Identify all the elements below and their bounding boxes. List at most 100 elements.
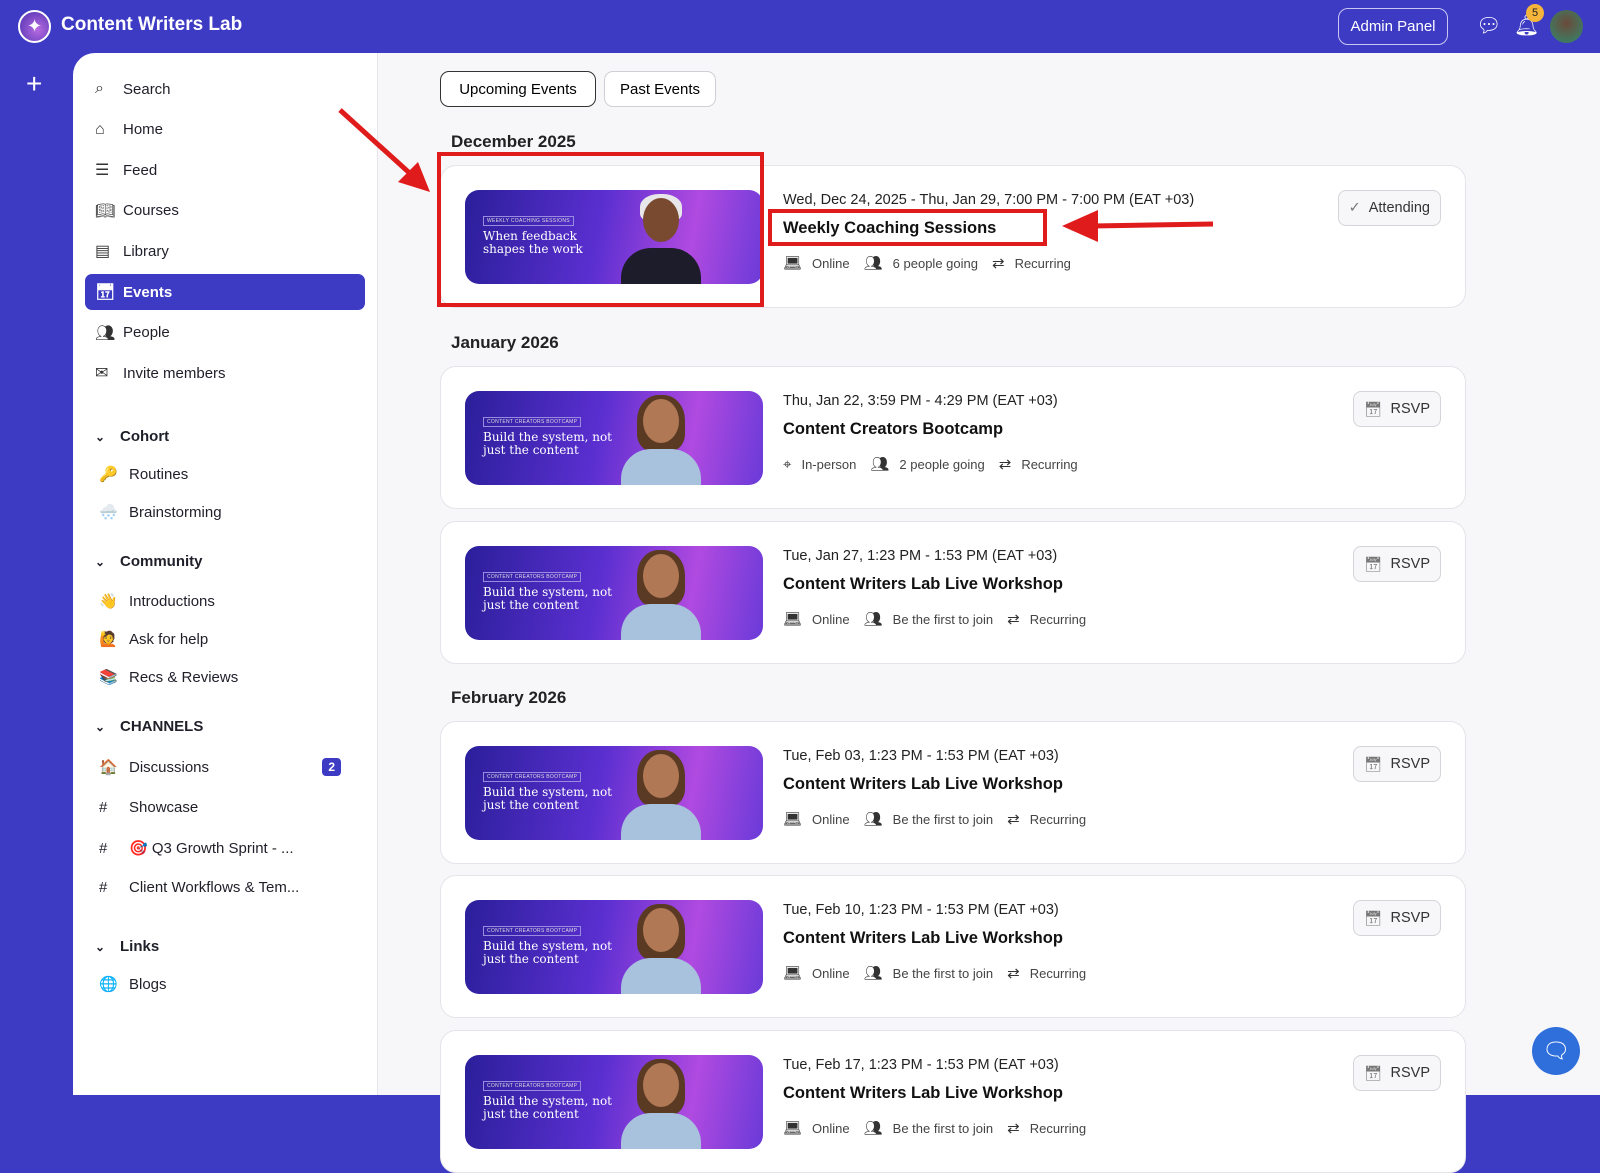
chat-widget-button[interactable]: 🗨︎ — [1532, 1027, 1580, 1075]
chat-icon[interactable]: 💬︎ — [1476, 13, 1501, 38]
tab-upcoming-events[interactable]: Upcoming Events — [440, 71, 596, 107]
event-title[interactable]: Content Writers Lab Live Workshop — [783, 775, 1063, 794]
section-title: Cohort — [120, 428, 170, 445]
banner-headline: Build the system, not just the content — [483, 430, 612, 457]
action-label: RSVP — [1390, 756, 1431, 772]
sidebar-item-home[interactable]: ⌂ Home — [85, 112, 365, 148]
location-pin-icon: ⌖ — [783, 455, 792, 473]
hash-icon: # — [99, 879, 108, 896]
banner-headline: Build the system, not just the content — [483, 939, 612, 966]
sidebar-channel[interactable]: 👋 Introductions — [99, 592, 369, 611]
app-title[interactable]: Content Writers Lab — [61, 14, 242, 36]
rsvp-button[interactable]: 📅︎ RSVP — [1353, 391, 1441, 427]
sidebar-item-search[interactable]: ⌕ Search — [85, 71, 365, 107]
channel-label: Showcase — [129, 799, 199, 816]
admin-panel-button[interactable]: Admin Panel — [1338, 8, 1448, 45]
event-banner-image[interactable]: CONTENT CREATORS BOOTCAMP Build the syst… — [465, 900, 763, 994]
event-banner-image[interactable]: CONTENT CREATORS BOOTCAMP Build the syst… — [465, 1055, 763, 1149]
tab-past-events[interactable]: Past Events — [604, 71, 716, 107]
event-datetime: Tue, Feb 03, 1:23 PM - 1:53 PM (EAT +03) — [783, 748, 1059, 764]
sidebar-channel[interactable]: # Showcase — [99, 799, 369, 816]
section-title: CHANNELS — [120, 718, 204, 735]
people-icon: 👥︎ — [863, 965, 883, 982]
sidebar-channel[interactable]: 🌨️ Brainstorming — [99, 503, 369, 522]
section-header-channels[interactable]: ⌄ CHANNELS — [95, 718, 203, 735]
channel-label: Recs & Reviews — [129, 668, 239, 686]
event-recurring: Recurring — [1029, 965, 1087, 981]
event-card[interactable]: CONTENT CREATORS BOOTCAMP Build the syst… — [440, 366, 1466, 509]
banner-label: CONTENT CREATORS BOOTCAMP — [483, 417, 582, 427]
event-card[interactable]: CONTENT CREATORS BOOTCAMP Build the syst… — [440, 1030, 1466, 1173]
event-location: Online — [812, 811, 850, 827]
emoji-icon: 🔑 — [99, 466, 118, 483]
event-title[interactable]: Content Creators Bootcamp — [783, 420, 1003, 439]
event-banner-image[interactable]: CONTENT CREATORS BOOTCAMP Build the syst… — [465, 546, 763, 640]
action-label: RSVP — [1390, 910, 1431, 926]
sidebar-channel[interactable]: # Client Workflows & Tem... — [99, 879, 369, 896]
annotation-arrow-icon — [338, 108, 430, 192]
sidebar-item-people[interactable]: 👥︎ People — [85, 315, 365, 351]
banner-person-image — [615, 904, 703, 994]
sidebar-channel[interactable]: 🌐 Blogs — [99, 975, 369, 994]
mail-icon: ✉ — [95, 365, 109, 383]
emoji-icon: 🙋 — [99, 631, 118, 648]
emoji-icon: 🌨️ — [99, 504, 118, 521]
people-icon: 👥︎ — [870, 456, 890, 473]
event-banner-image[interactable]: CONTENT CREATORS BOOTCAMP Build the syst… — [465, 391, 763, 485]
search-icon: ⌕ — [95, 80, 104, 97]
sidebar-item-library[interactable]: ▤ Library — [85, 233, 365, 269]
sidebar-item-courses[interactable]: 📖︎ Courses — [85, 193, 365, 229]
rsvp-button[interactable]: 📅︎ RSVP — [1353, 900, 1441, 936]
event-meta: 💻︎ Online 👥︎ 6 people going ⇄ Recurring — [783, 254, 1085, 272]
calendar-icon: 📅︎ — [1364, 910, 1383, 927]
action-label: RSVP — [1390, 1065, 1431, 1081]
channel-label: Blogs — [129, 975, 167, 993]
sidebar-item-feed[interactable]: ☰ Feed — [85, 152, 365, 188]
rsvp-button[interactable]: 📅︎ RSVP — [1353, 746, 1441, 782]
event-card[interactable]: CONTENT CREATORS BOOTCAMP Build the syst… — [440, 875, 1466, 1018]
event-attendees: 6 people going — [892, 255, 978, 271]
event-title[interactable]: Content Writers Lab Live Workshop — [783, 1084, 1063, 1103]
sidebar-item-label: Invite members — [123, 364, 226, 382]
event-banner-image[interactable]: CONTENT CREATORS BOOTCAMP Build the syst… — [465, 746, 763, 840]
attending-button[interactable]: ✓ Attending — [1337, 190, 1441, 226]
avatar[interactable] — [1550, 10, 1583, 43]
section-header-links[interactable]: ⌄ Links — [95, 938, 159, 955]
event-recurring: Recurring — [1029, 811, 1087, 827]
add-icon[interactable]: + — [26, 68, 42, 100]
sidebar-channel[interactable]: 📚 Recs & Reviews — [99, 668, 369, 687]
event-title[interactable]: Content Writers Lab Live Workshop — [783, 575, 1063, 594]
event-card[interactable]: CONTENT CREATORS BOOTCAMP Build the syst… — [440, 721, 1466, 864]
app-logo-icon[interactable]: ✦ — [18, 10, 51, 43]
channel-label: Ask for help — [129, 630, 209, 648]
sidebar-item-label: Courses — [123, 202, 179, 220]
banner-person-image — [615, 750, 703, 840]
laptop-icon: 💻︎ — [783, 255, 803, 272]
emoji-icon: 🌐 — [99, 976, 118, 993]
sidebar-item-events[interactable]: 📅︎ Events — [85, 274, 365, 310]
event-card[interactable]: CONTENT CREATORS BOOTCAMP Build the syst… — [440, 521, 1466, 664]
section-title: Community — [120, 553, 203, 570]
section-header-cohort[interactable]: ⌄ Cohort — [95, 428, 169, 445]
calendar-icon: 📅︎ — [1364, 401, 1383, 418]
event-location: Online — [812, 255, 850, 271]
event-title[interactable]: Content Writers Lab Live Workshop — [783, 929, 1063, 948]
section-title: Links — [120, 938, 160, 955]
book-icon: 📖︎ — [95, 202, 116, 220]
sidebar-channel[interactable]: 🔑 Routines — [99, 465, 369, 484]
sidebar-channel[interactable]: 🙋 Ask for help — [99, 630, 369, 649]
sidebar-item-invite-members[interactable]: ✉ Invite members — [85, 355, 365, 391]
event-datetime: Tue, Feb 17, 1:23 PM - 1:53 PM (EAT +03) — [783, 1057, 1059, 1073]
sidebar-channel[interactable]: 🏠 Discussions 2 — [99, 758, 369, 776]
channel-label: Introductions — [129, 592, 215, 610]
sidebar: ⌕ Search ⌂ Home ☰ Feed 📖︎ Courses ▤ Library 📅︎ Even… — [73, 53, 378, 1095]
section-header-community[interactable]: ⌄ Community — [95, 553, 203, 570]
banner-label: CONTENT CREATORS BOOTCAMP — [483, 772, 582, 782]
rsvp-button[interactable]: 📅︎ RSVP — [1353, 546, 1441, 582]
sidebar-channel[interactable]: # 🎯 Q3 Growth Sprint - ... — [99, 839, 369, 858]
event-meta: 💻︎ Online 👥︎ Be the first to join ⇄ Recurri… — [783, 964, 1100, 982]
rsvp-button[interactable]: 📅︎ RSVP — [1353, 1055, 1441, 1091]
event-recurring: Recurring — [1029, 1120, 1087, 1136]
action-label: Attending — [1368, 200, 1430, 216]
event-location: Online — [812, 611, 850, 627]
